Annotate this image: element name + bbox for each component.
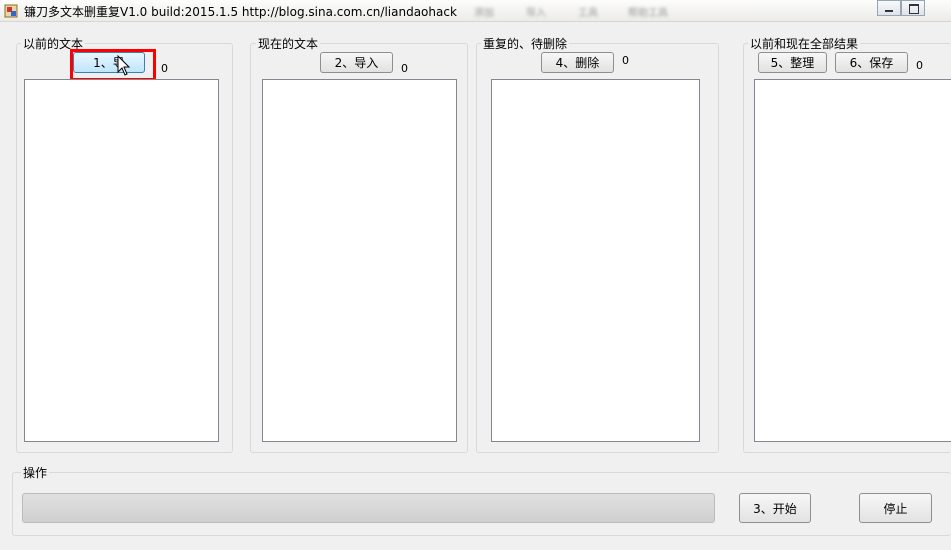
results-label: 以前和现在全部结果 xyxy=(748,35,861,52)
stop-button[interactable]: 停止 xyxy=(859,493,932,523)
results-list[interactable] xyxy=(754,79,951,442)
blurred-menu-item: 帮助工具 xyxy=(628,8,668,19)
blurred-menu-item: 添加 xyxy=(474,8,494,19)
window-title: 镰刀多文本删重复V1.0 build:2015.1.5 http://blog.… xyxy=(24,5,457,19)
maximize-icon[interactable] xyxy=(901,0,925,16)
delete-duplicates-button[interactable]: 4、删除 xyxy=(541,52,614,73)
import-current-button[interactable]: 2、导入 xyxy=(320,52,393,73)
current-text-label: 现在的文本 xyxy=(256,35,321,52)
app-icon xyxy=(4,4,18,18)
organize-button[interactable]: 5、整理 xyxy=(758,52,827,73)
window-controls xyxy=(877,0,925,16)
previous-text-list[interactable] xyxy=(24,79,219,442)
results-count: 0 xyxy=(916,59,923,72)
highlight-box xyxy=(70,49,156,81)
current-text-list[interactable] xyxy=(262,79,457,442)
blurred-menu-item: 导入 xyxy=(526,8,546,19)
progress-bar xyxy=(22,493,715,523)
save-button[interactable]: 6、保存 xyxy=(835,52,908,73)
current-count: 0 xyxy=(401,62,408,75)
minimize-icon[interactable] xyxy=(877,0,901,16)
duplicates-label: 重复的、待删除 xyxy=(481,35,570,52)
mouse-pointer-icon xyxy=(117,55,131,76)
previous-count: 0 xyxy=(161,62,168,75)
blurred-menu-item: 工具 xyxy=(578,8,598,19)
duplicates-count: 0 xyxy=(622,54,629,67)
start-button[interactable]: 3、开始 xyxy=(739,493,811,523)
operation-label: 操作 xyxy=(21,464,50,481)
duplicates-list[interactable] xyxy=(491,79,700,442)
title-bar: 镰刀多文本删重复V1.0 build:2015.1.5 http://blog.… xyxy=(0,0,951,22)
